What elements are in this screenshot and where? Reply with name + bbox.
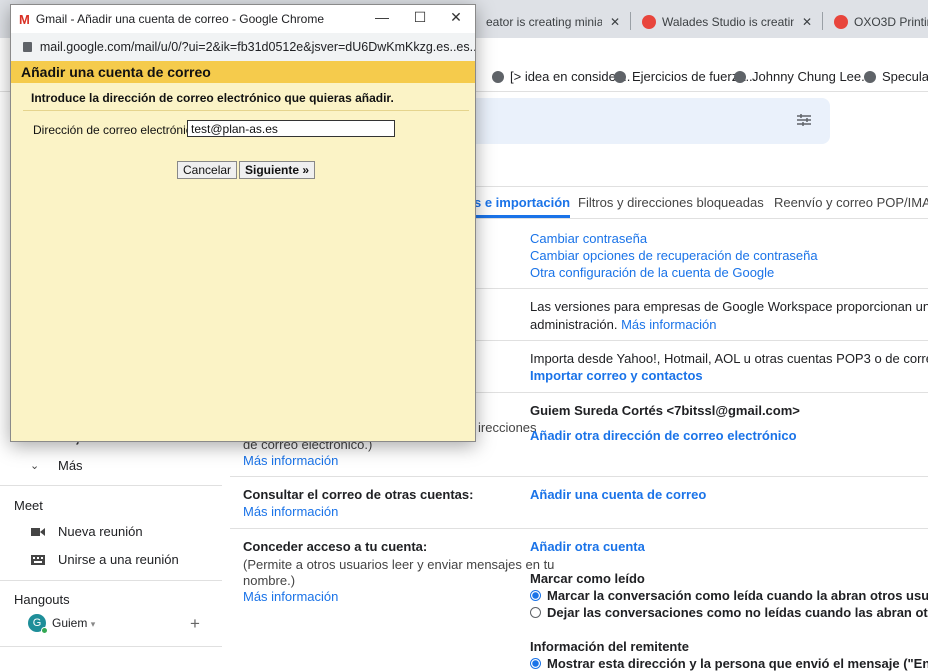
- radio-selected-icon[interactable]: [530, 658, 541, 669]
- minimize-button[interactable]: —: [367, 9, 397, 25]
- add-another-account-link[interactable]: Añadir otra cuenta: [530, 538, 645, 555]
- popup-url-bar[interactable]: mail.google.com/mail/u/0/?ui=2&ik=fb31d0…: [11, 33, 475, 61]
- bookmark-label: [> idea en consider...: [510, 69, 631, 84]
- tab-forwarding[interactable]: Reenvío y correo POP/IMAF: [774, 195, 928, 210]
- import-mail-contacts-link[interactable]: Importar correo y contactos: [530, 367, 703, 384]
- workspace-line2: administración. Más información: [530, 316, 716, 333]
- globe-icon: [614, 70, 626, 83]
- tab-accounts-import[interactable]: s e importación: [474, 195, 570, 210]
- add-contact-icon[interactable]: +: [190, 614, 200, 634]
- hangouts-user-name: Guiem: [52, 616, 88, 630]
- meet-section-title: Meet: [14, 498, 43, 513]
- mark-read-option-1[interactable]: Marcar la conversación como leída cuando…: [530, 587, 928, 604]
- globe-icon: [864, 70, 876, 83]
- mark-read-option-2[interactable]: Dejar las conversaciones como no leídas …: [530, 604, 928, 621]
- dialog-instruction: Introduce la dirección de correo electró…: [31, 91, 394, 105]
- divider: [230, 528, 928, 529]
- filter-options-icon[interactable]: [796, 112, 812, 133]
- add-mail-account-link[interactable]: Añadir una cuenta de correo: [530, 486, 706, 503]
- sendas-name: Guiem Sureda Cortés <7bitssl@gmail.com>: [530, 403, 800, 418]
- divider: [23, 110, 469, 111]
- tab-label: eator is creating miniature: [486, 15, 602, 29]
- favicon-icon: [642, 15, 656, 29]
- email-field-label: Dirección de correo electrónico:: [33, 123, 202, 137]
- dialog-header: Añadir una cuenta de correo: [11, 61, 475, 83]
- google-account-settings-link[interactable]: Otra configuración de la cuenta de Googl…: [530, 264, 774, 281]
- online-status-icon: [41, 627, 48, 634]
- hangouts-user[interactable]: Guiem ▾: [52, 616, 95, 630]
- popup-url: mail.google.com/mail/u/0/?ui=2&ik=fb31d0…: [39, 40, 475, 54]
- radio-selected-icon[interactable]: [530, 590, 541, 601]
- video-camera-icon: [30, 526, 46, 538]
- workspace-text: Las versiones para empresas de Google Wo…: [530, 299, 928, 314]
- caret-down-icon: ▾: [90, 619, 96, 629]
- grant-access-desc-2: nombre.): [243, 573, 296, 588]
- sidebar-item-label: Nueva reunión: [58, 524, 143, 539]
- chevron-down-icon: ⌄: [30, 460, 40, 472]
- recovery-options-link[interactable]: Cambiar opciones de recuperación de cont…: [530, 247, 818, 264]
- mark-read-title: Marcar como leído: [530, 571, 645, 586]
- browser-tab-2[interactable]: Walades Studio is creating mode ✕: [634, 6, 820, 38]
- popup-window: M Gmail - Añadir una cuenta de correo - …: [10, 4, 476, 442]
- workspace-text-2: administración.: [530, 317, 618, 332]
- change-password-link[interactable]: Cambiar contraseña: [530, 230, 647, 247]
- hangouts-section-title: Hangouts: [14, 592, 70, 607]
- check-mail-more-info-link[interactable]: Más información: [243, 503, 338, 520]
- browser-tab-1[interactable]: eator is creating miniature ✕: [478, 6, 628, 38]
- option-label: Mostrar esta dirección y la persona que …: [547, 656, 928, 671]
- grant-access-desc-1: (Permite a otros usuarios leer y enviar …: [243, 557, 555, 572]
- bookmark-item[interactable]: [> idea en consider...: [492, 69, 630, 84]
- tab-separator: [822, 12, 823, 30]
- tab-close-icon[interactable]: ✕: [610, 15, 620, 29]
- new-meeting-item[interactable]: Nueva reunión: [30, 524, 143, 539]
- bookmark-item[interactable]: Johnny Chung Lee...: [734, 69, 872, 84]
- tab-separator: [630, 12, 631, 30]
- sidebar-item-mas[interactable]: ⌄ Más: [30, 458, 83, 473]
- lock-icon: [23, 42, 32, 52]
- email-field[interactable]: [187, 120, 395, 137]
- gmail-logo-icon: M: [19, 11, 30, 27]
- close-button[interactable]: ✕: [441, 9, 471, 26]
- bookmark-label: Speculativ: [882, 69, 928, 84]
- import-text: Importa desde Yahoo!, Hotmail, AOL u otr…: [530, 351, 928, 366]
- divider: [0, 580, 222, 581]
- grant-access-more-info-link[interactable]: Más información: [243, 588, 338, 605]
- sidebar-item-label: Más: [58, 458, 83, 473]
- popup-titlebar: M Gmail - Añadir una cuenta de correo - …: [11, 5, 475, 33]
- workspace-more-info-link[interactable]: Más información: [621, 317, 716, 332]
- globe-icon: [734, 70, 746, 83]
- globe-icon: [492, 70, 504, 83]
- radio-unselected-icon[interactable]: [530, 607, 541, 618]
- tab-filters[interactable]: Filtros y direcciones bloqueadas: [578, 195, 764, 210]
- divider: [0, 485, 222, 486]
- popup-title: Gmail - Añadir una cuenta de correo - Go…: [35, 12, 324, 26]
- browser-tab-3[interactable]: OXO3D Printing is: [826, 6, 928, 38]
- add-email-address-link[interactable]: Añadir otra dirección de correo electrón…: [530, 427, 797, 444]
- sendas-desc-fragment: irecciones: [478, 420, 537, 435]
- divider: [230, 476, 928, 477]
- option-label: Marcar la conversación como leída cuando…: [547, 588, 928, 603]
- add-account-dialog: Añadir una cuenta de correo Introduce la…: [11, 61, 475, 441]
- sender-info-title: Información del remitente: [530, 639, 689, 654]
- tab-close-icon[interactable]: ✕: [802, 15, 812, 29]
- join-meeting-item[interactable]: Unirse a una reunión: [30, 552, 179, 567]
- check-mail-label: Consultar el correo de otras cuentas:: [243, 487, 474, 502]
- maximize-button[interactable]: ☐: [405, 9, 435, 26]
- sendas-more-info-link[interactable]: Más información: [243, 452, 338, 469]
- grant-access-label: Conceder acceso a tu cuenta:: [243, 539, 428, 554]
- keyboard-icon: [30, 554, 46, 566]
- favicon-icon: [834, 15, 848, 29]
- cancel-button[interactable]: Cancelar: [177, 161, 238, 179]
- sender-info-option-1[interactable]: Mostrar esta dirección y la persona que …: [530, 655, 928, 672]
- option-label: Dejar las conversaciones como no leídas …: [547, 605, 928, 620]
- tab-label: OXO3D Printing is: [854, 15, 928, 29]
- search-bar[interactable]: [470, 98, 830, 144]
- divider: [0, 646, 222, 647]
- next-button[interactable]: Siguiente »: [239, 161, 316, 179]
- sidebar-item-label: Unirse a una reunión: [58, 552, 179, 567]
- tab-label: Walades Studio is creating mode: [662, 15, 794, 29]
- bookmark-item[interactable]: Speculativ: [864, 69, 928, 84]
- divider: [470, 186, 928, 187]
- bookmark-label: Johnny Chung Lee...: [752, 69, 872, 84]
